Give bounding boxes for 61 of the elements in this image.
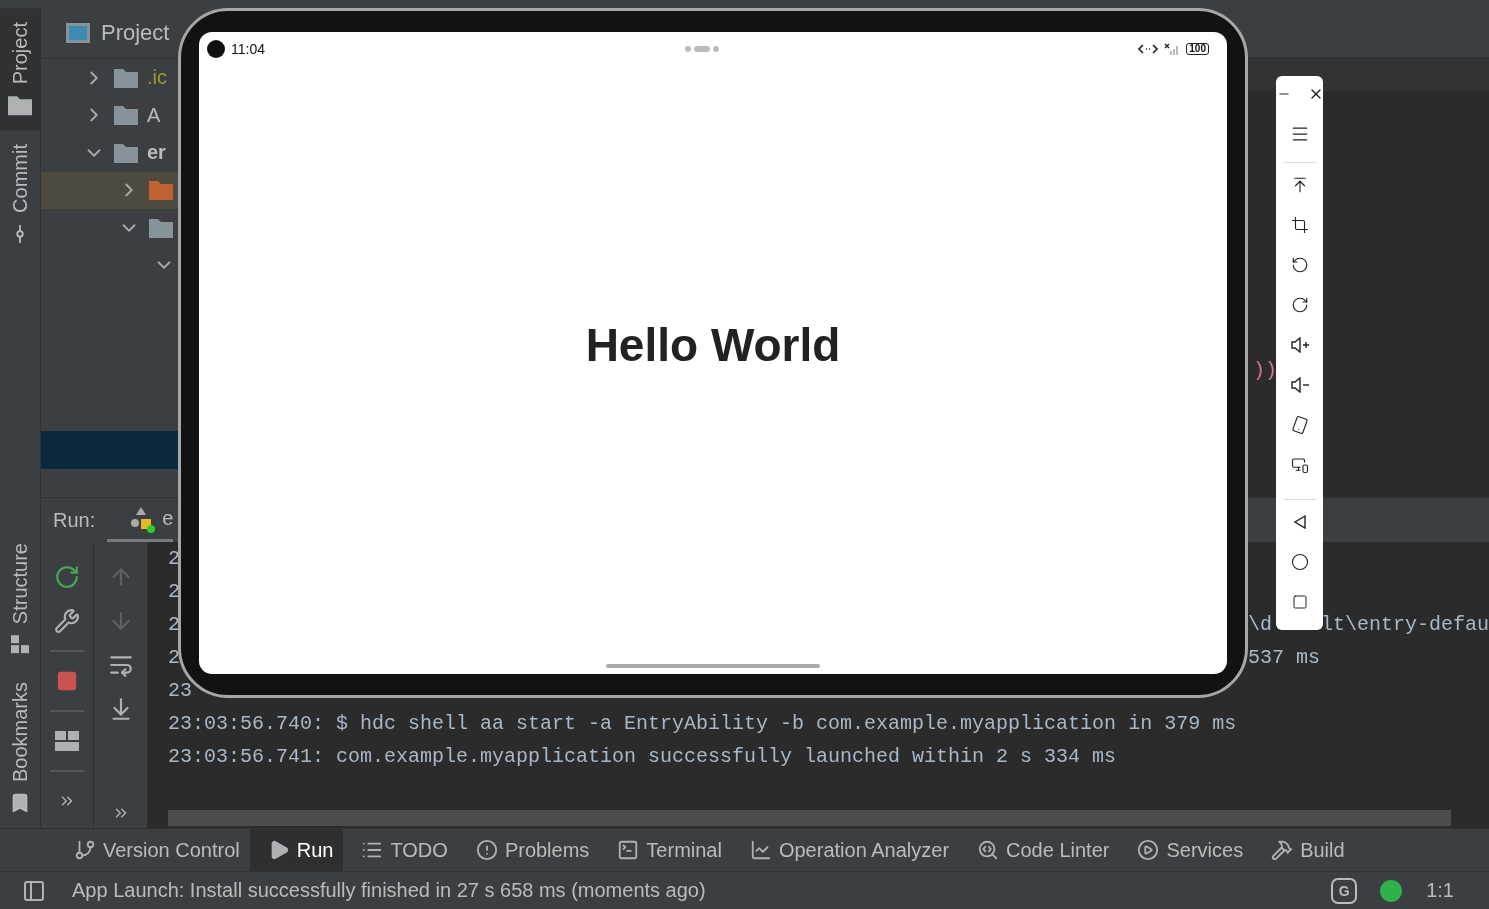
tool-tab[interactable]: Version Control (56, 829, 250, 871)
tab-icon (475, 839, 498, 861)
window-handle-icon[interactable] (683, 45, 720, 53)
folder-icon (7, 94, 33, 117)
tool-window-button[interactable]: Structure (0, 528, 40, 668)
folder-icon (113, 104, 139, 127)
status-indicator[interactable]: G (1331, 877, 1358, 904)
tree-row[interactable]: .ic (41, 59, 179, 97)
tool-tab[interactable]: Operation Analyzer (731, 829, 960, 871)
console-fragment: \d (1247, 613, 1272, 636)
tool-tab[interactable]: TODO (343, 829, 458, 871)
tab-icon (617, 839, 640, 861)
status-message: App Launch: Install successfully finished in 27 s 658 ms (moments ago) (72, 879, 706, 902)
window-icon (65, 22, 91, 44)
tool-window-button[interactable]: Commit (0, 130, 40, 260)
panel-icon[interactable] (22, 878, 46, 903)
tool-window-button[interactable]: Project (0, 8, 40, 131)
run-label: Run: (53, 508, 96, 532)
camera-dot (207, 40, 225, 58)
tree-label: A (147, 103, 161, 127)
console-fragment: lt\entry-defau (1320, 613, 1489, 636)
code-icon (1138, 43, 1159, 55)
structure-icon (10, 633, 30, 654)
folder-icon (113, 66, 139, 89)
tool-window-button[interactable]: Bookmarks (0, 667, 40, 828)
console-fragment: 23 (167, 679, 192, 702)
tree-row[interactable]: A (41, 96, 179, 134)
tab-icon (74, 839, 96, 861)
tool-tab[interactable]: Problems (457, 829, 600, 871)
console-line: 23:03:56.740: $ hdc shell aa start -a EntryAbility -b com.example.myapplication in 379 ms (167, 712, 1237, 735)
tree-row[interactable] (41, 171, 179, 209)
console-fragment: 2 (167, 547, 180, 570)
console-fragment: 2 (167, 646, 180, 669)
tab-icon (1271, 839, 1294, 861)
status-dot[interactable] (1380, 879, 1403, 902)
tree-label: .ic (147, 66, 167, 90)
hello-text: Hello World (585, 318, 841, 372)
tree-label: er (147, 141, 166, 165)
tool-tab[interactable]: Build (1253, 829, 1355, 871)
console-fragment: 2 (167, 613, 180, 636)
panel-title: Project (101, 20, 170, 46)
folder-icon (148, 216, 174, 239)
tree-row[interactable]: er (41, 134, 179, 172)
battery-level: 100 (1186, 43, 1209, 55)
tool-tab[interactable]: Services (1119, 829, 1254, 871)
code-fragment: )) (1253, 359, 1277, 382)
cursor-position[interactable]: 1:1 (1426, 879, 1454, 902)
clock: 11:04 (231, 41, 265, 57)
tool-tab[interactable]: Run (249, 829, 344, 871)
console-fragment: 537 ms (1247, 646, 1320, 669)
console-line: 23:03:56.741: com.example.myapplication successfully launched within 2 s 334 ms (167, 745, 1117, 768)
console-fragment: 2 (167, 580, 180, 603)
horizontal-scrollbar[interactable] (167, 810, 1451, 826)
module-folder-icon (113, 141, 139, 164)
tool-tab[interactable]: Terminal (599, 829, 732, 871)
tab-icon (977, 839, 1000, 861)
tab-icon (749, 839, 772, 861)
tab-icon (1137, 839, 1160, 861)
signal-icon (1164, 43, 1181, 55)
tool-tab[interactable]: Code Linter (959, 829, 1120, 871)
folder-icon (148, 179, 174, 202)
